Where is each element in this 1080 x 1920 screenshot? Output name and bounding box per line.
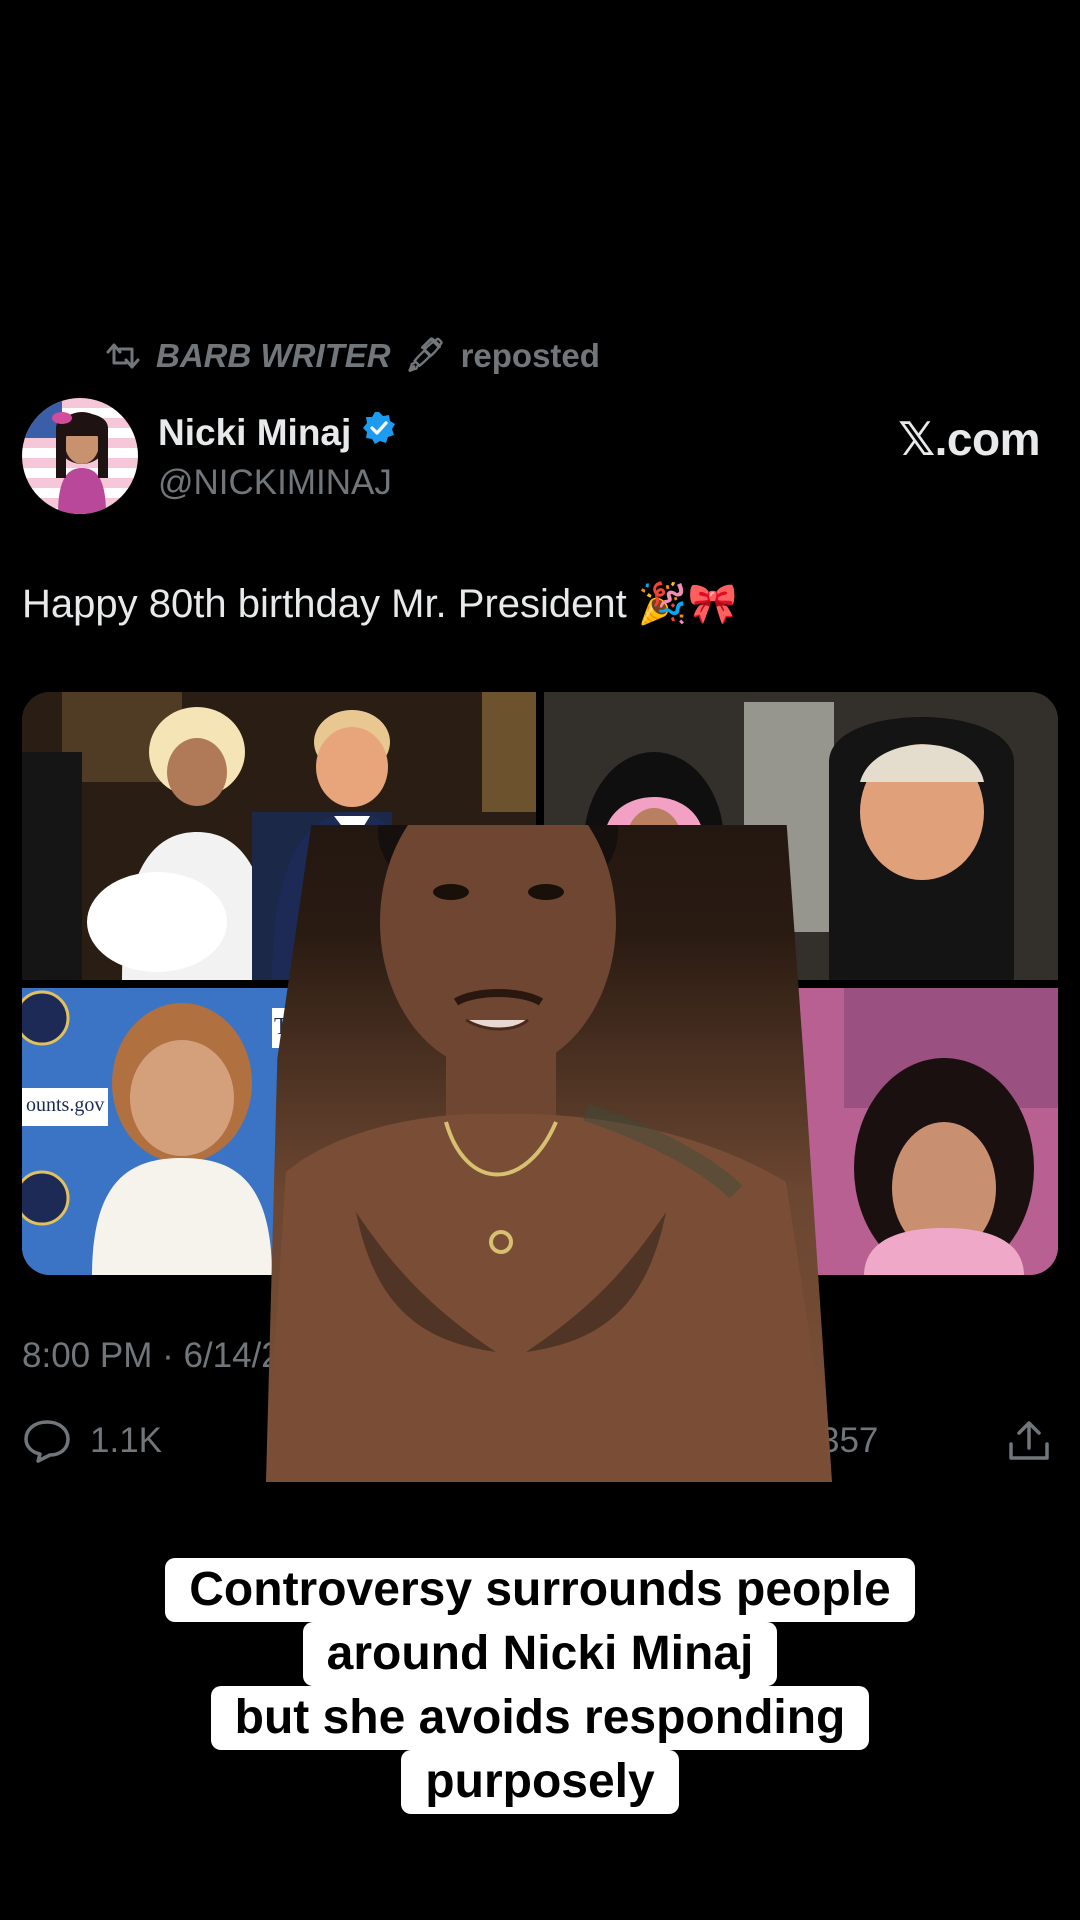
avatar[interactable]	[22, 398, 138, 514]
reposter-name[interactable]: BARB WRITER	[156, 337, 391, 375]
tweet-text: Happy 80th birthday Mr. President 🎉🎀	[22, 582, 738, 626]
repost-action-label: reposted	[460, 336, 600, 374]
author-handle[interactable]: @NICKIMINAJ	[158, 463, 397, 503]
share-icon	[1006, 1418, 1052, 1464]
share-button[interactable]	[1006, 1418, 1052, 1464]
repost-icon	[104, 341, 142, 371]
verified-badge-icon	[361, 410, 397, 455]
repost-header: BARB WRITER 🖋 reposted	[104, 336, 600, 375]
reply-icon	[22, 1418, 72, 1464]
caption-line-3: but she avoids responding	[210, 1686, 870, 1750]
reply-button[interactable]: 1.1K	[22, 1418, 162, 1464]
reply-count: 1.1K	[90, 1421, 162, 1460]
caption-line-2: around Nicki Minaj	[302, 1622, 778, 1686]
author-name[interactable]: Nicki Minaj	[158, 412, 351, 454]
caption-line-4: purposely	[401, 1750, 679, 1814]
video-caption: Controversy surrounds people around Nick…	[0, 1558, 1080, 1814]
tweet-timestamp[interactable]: 8:00 PM · 6/14/2	[22, 1336, 281, 1376]
pen-emoji: 🖋	[404, 336, 447, 373]
sign-text-gov: ounts.gov	[26, 1093, 105, 1116]
site-label: 𝕏.com	[898, 413, 1040, 465]
author-block[interactable]: Nicki Minaj @NICKIMINAJ	[158, 410, 397, 503]
creator-video-overlay	[266, 825, 832, 1482]
caption-line-1: Controversy surrounds people	[165, 1558, 915, 1622]
